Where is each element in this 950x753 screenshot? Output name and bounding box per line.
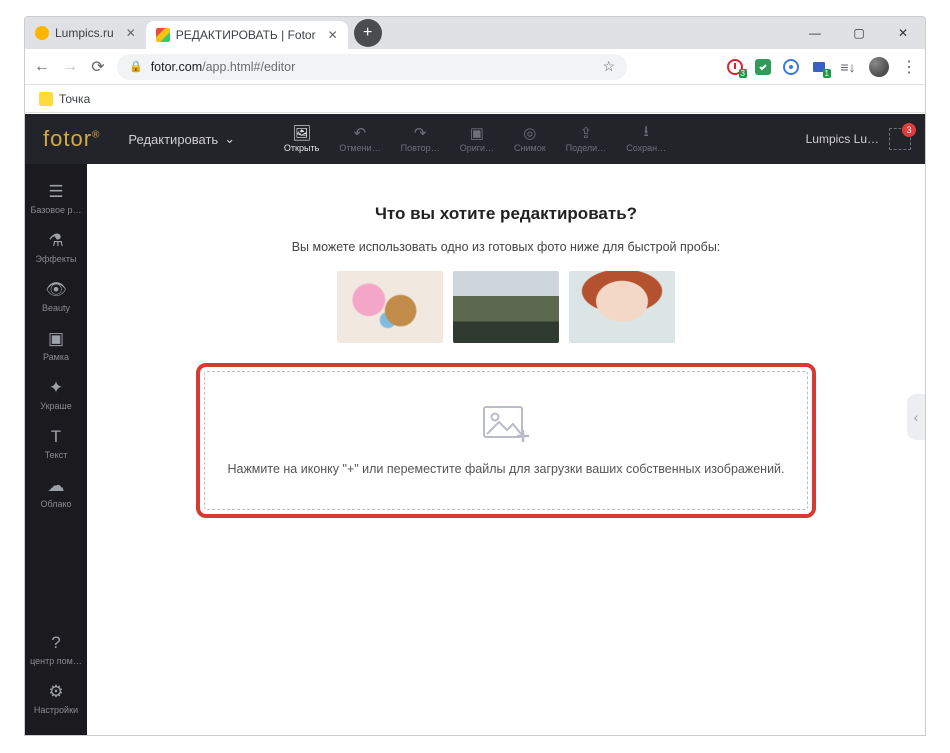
sidebar-item-frame[interactable]: ▣Рамка bbox=[25, 321, 87, 370]
save-button[interactable]: ⭳Сохран… bbox=[626, 125, 666, 153]
address-bar[interactable]: 🔒 fotor.com/app.html#/editor ☆ bbox=[117, 54, 627, 80]
extension-badge: 1 bbox=[823, 69, 831, 78]
browser-menu-button[interactable]: ⋮ bbox=[901, 57, 917, 77]
extension-icon[interactable]: 3 bbox=[727, 59, 743, 75]
upload-dropzone[interactable]: Нажмите на иконку "+" или переместите фа… bbox=[204, 371, 808, 510]
reading-list-icon[interactable]: ≡↓ bbox=[839, 59, 857, 75]
panel-collapse-handle[interactable]: ‹ bbox=[907, 394, 925, 440]
nav-reload-button[interactable]: ⟳ bbox=[89, 57, 107, 77]
editor-canvas: ‹ Что вы хотите редактировать? Вы можете… bbox=[87, 164, 925, 735]
folder-icon bbox=[39, 92, 53, 106]
sidebar-item-effects[interactable]: ⚗Эффекты bbox=[25, 223, 87, 272]
image-plus-icon bbox=[483, 406, 529, 449]
original-button[interactable]: ▣Ориги… bbox=[460, 125, 494, 153]
close-icon[interactable]: ✕ bbox=[328, 28, 338, 42]
nav-back-button[interactable]: ← bbox=[33, 58, 51, 76]
chevron-down-icon: ⌄ bbox=[224, 131, 235, 147]
mode-dropdown[interactable]: Редактировать ⌄ bbox=[128, 131, 235, 147]
eye-icon: 👁 bbox=[45, 280, 67, 300]
left-sidebar: ☰Базовое р… ⚗Эффекты 👁Beauty ▣Рамка ✦Укр… bbox=[25, 164, 87, 735]
tab-title: РЕДАКТИРОВАТЬ | Fotor bbox=[176, 28, 316, 42]
undo-button[interactable]: ↶Отмени… bbox=[339, 125, 380, 153]
extension-icon[interactable]: 1 bbox=[811, 59, 827, 75]
extension-icon[interactable] bbox=[783, 59, 799, 75]
share-button[interactable]: ⇪Подели… bbox=[566, 125, 607, 153]
notifications-box[interactable]: 3 bbox=[889, 128, 911, 150]
undo-icon: ↶ bbox=[351, 125, 369, 141]
sidebar-item-stickers[interactable]: ✦Украше bbox=[25, 370, 87, 419]
tab-title: Lumpics.ru bbox=[55, 26, 114, 40]
sample-image-food[interactable] bbox=[337, 271, 443, 343]
redo-button[interactable]: ↷Повтор… bbox=[401, 125, 440, 153]
extension-badge: 3 bbox=[739, 69, 747, 78]
dropzone-highlight: Нажмите на иконку "+" или переместите фа… bbox=[196, 363, 816, 518]
image-icon: 🖼 bbox=[293, 125, 311, 141]
browser-tab-lumpics[interactable]: Lumpics.ru ✕ bbox=[25, 17, 146, 49]
browser-toolbar: ← → ⟳ 🔒 fotor.com/app.html#/editor ☆ 3 1 bbox=[25, 49, 925, 85]
favicon-icon bbox=[156, 28, 170, 42]
bookmark-item[interactable]: Точка bbox=[59, 92, 90, 106]
share-icon: ⇪ bbox=[577, 125, 595, 141]
dropzone-text: Нажмите на иконку "+" или переместите фа… bbox=[223, 459, 789, 479]
snapshot-button[interactable]: ◎Снимок bbox=[514, 125, 546, 153]
frame-icon: ▣ bbox=[48, 329, 64, 349]
sidebar-item-basic[interactable]: ☰Базовое р… bbox=[25, 174, 87, 223]
sidebar-item-beauty[interactable]: 👁Beauty bbox=[25, 272, 87, 321]
notification-badge: 3 bbox=[902, 123, 916, 137]
sidebar-item-help[interactable]: ?центр пом… bbox=[25, 625, 87, 674]
sidebar-item-text[interactable]: TТекст bbox=[25, 419, 87, 468]
bookmarks-bar: Точка bbox=[25, 85, 925, 113]
nav-forward-button[interactable]: → bbox=[61, 58, 79, 76]
url-text: fotor.com/app.html#/editor bbox=[151, 60, 296, 74]
extension-icon[interactable] bbox=[755, 59, 771, 75]
fotor-logo[interactable]: fotor® bbox=[43, 126, 100, 152]
new-tab-button[interactable]: + bbox=[354, 19, 382, 47]
compare-icon: ▣ bbox=[468, 125, 486, 141]
favicon-icon bbox=[35, 26, 49, 40]
lock-icon: 🔒 bbox=[129, 60, 143, 73]
window-close-button[interactable]: ✕ bbox=[881, 17, 925, 49]
sidebar-item-settings[interactable]: ⚙Настройки bbox=[25, 674, 87, 723]
flask-icon: ⚗ bbox=[48, 231, 63, 251]
sliders-icon: ☰ bbox=[48, 182, 63, 202]
download-icon: ⭳ bbox=[637, 125, 655, 141]
help-icon: ? bbox=[51, 633, 60, 653]
user-name[interactable]: Lumpics Lu… bbox=[806, 132, 879, 146]
sticker-icon: ✦ bbox=[49, 378, 63, 398]
camera-icon: ◎ bbox=[521, 125, 539, 141]
browser-tab-fotor[interactable]: РЕДАКТИРОВАТЬ | Fotor ✕ bbox=[146, 21, 348, 49]
bookmark-star-icon[interactable]: ☆ bbox=[602, 58, 615, 75]
gear-icon: ⚙ bbox=[48, 682, 63, 702]
close-icon[interactable]: ✕ bbox=[126, 26, 136, 40]
window-maximize-button[interactable]: ▢ bbox=[837, 17, 881, 49]
text-icon: T bbox=[51, 427, 61, 447]
open-button[interactable]: 🖼Открыть bbox=[284, 125, 319, 153]
profile-avatar[interactable] bbox=[869, 57, 889, 77]
canvas-heading: Что вы хотите редактировать? bbox=[196, 204, 816, 224]
app-header: fotor® Редактировать ⌄ 🖼Открыть ↶Отмени…… bbox=[25, 114, 925, 164]
redo-icon: ↷ bbox=[411, 125, 429, 141]
sample-images-row bbox=[196, 271, 816, 343]
sample-image-portrait[interactable] bbox=[569, 271, 675, 343]
window-titlebar: Lumpics.ru ✕ РЕДАКТИРОВАТЬ | Fotor ✕ + —… bbox=[25, 17, 925, 49]
cloud-icon: ☁ bbox=[48, 476, 65, 496]
sidebar-item-cloud[interactable]: ☁Облако bbox=[25, 468, 87, 517]
canvas-subtitle: Вы можете использовать одно из готовых ф… bbox=[196, 238, 816, 257]
window-minimize-button[interactable]: — bbox=[793, 17, 837, 49]
sample-image-landscape[interactable] bbox=[453, 271, 559, 343]
